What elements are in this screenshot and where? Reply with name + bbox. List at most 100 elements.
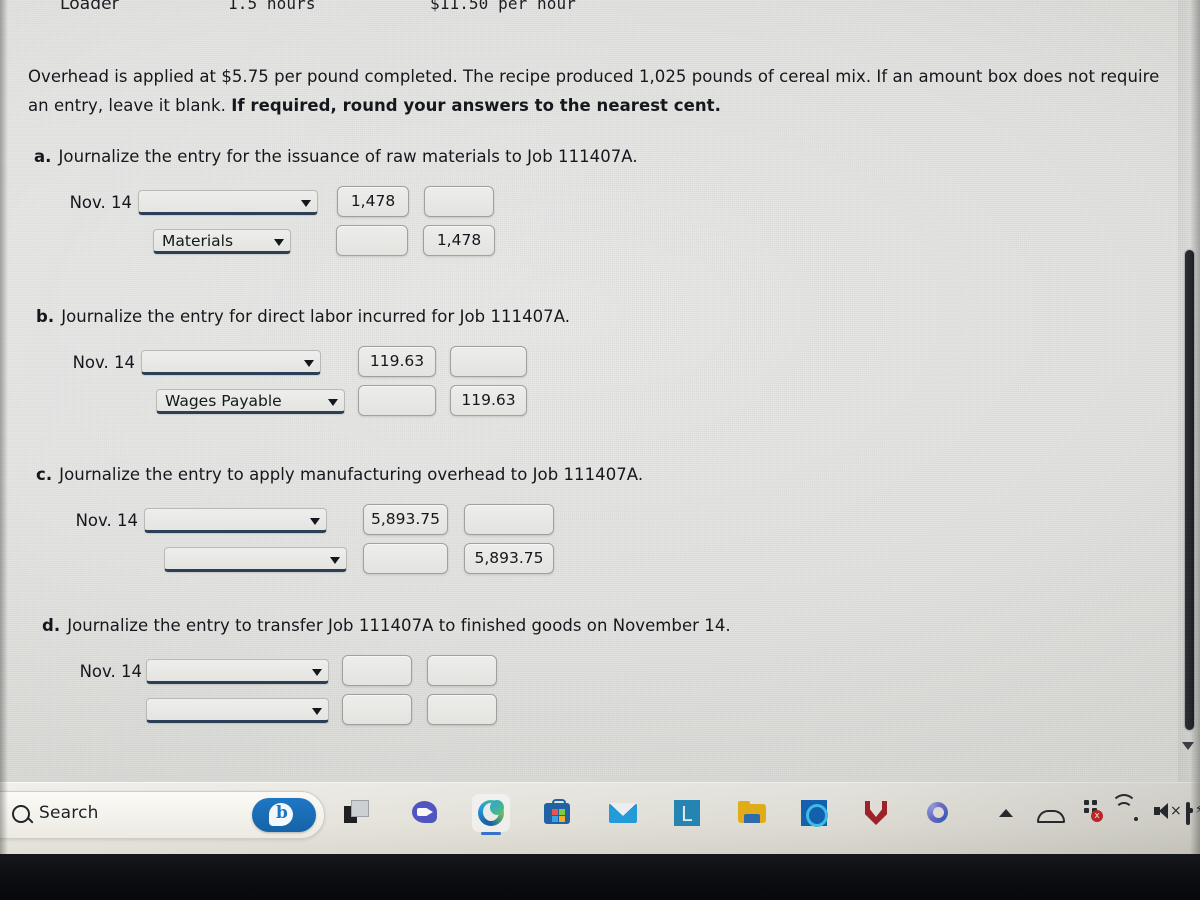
chevron-down-icon [328, 399, 338, 406]
alexa-icon [800, 799, 828, 827]
edge-icon [477, 799, 505, 827]
m365-icon [924, 799, 952, 827]
credit-amount-input[interactable]: 1,478 [423, 225, 495, 256]
instructions-paragraph: Overhead is applied at $5.75 per pound c… [28, 62, 1168, 120]
part-a-prompt: a. Journalize the entry for the issuance … [34, 147, 1160, 166]
taskbar-microsoft-edge-button[interactable] [472, 794, 510, 835]
part-b-prompt: b. Journalize the entry for direct labor … [36, 307, 1160, 326]
mail-icon [609, 799, 637, 827]
question-part-d: d. Journalize the entry to transfer Job 1… [0, 616, 1160, 733]
debit-amount-input[interactable] [358, 385, 436, 416]
bing-letter: b [276, 803, 288, 823]
part-b-letter: b. [36, 307, 55, 326]
part-d-letter: d. [42, 616, 61, 635]
chevron-up-icon[interactable] [999, 809, 1013, 817]
entry-date: Nov. 14 [69, 193, 132, 212]
account-select[interactable] [164, 547, 347, 572]
account-select[interactable] [146, 659, 329, 684]
debit-amount-input[interactable] [342, 694, 412, 725]
journal-row: Wages Payable 119.63 [0, 385, 1160, 424]
taskbar-mail-button[interactable] [604, 794, 642, 832]
folder-icon [738, 799, 766, 827]
store-icon [543, 799, 571, 827]
taskbar-mcafee-button[interactable] [857, 794, 895, 832]
debit-amount-input[interactable]: 119.63 [358, 346, 436, 377]
account-select[interactable] [144, 508, 327, 533]
debit-amount-input[interactable] [363, 543, 448, 574]
bing-chat-button[interactable]: b [252, 798, 316, 832]
taskbar-file-explorer-button[interactable] [733, 794, 771, 832]
credit-amount-input[interactable] [427, 655, 497, 686]
windows-taskbar: Search b L x × ⚡ [0, 782, 1200, 854]
account-select[interactable]: Materials [153, 229, 291, 254]
taskbar-microsoft-store-button[interactable] [538, 794, 576, 832]
battery-icon[interactable]: ⚡ [1186, 802, 1200, 825]
taskbar-task-view-button[interactable] [338, 794, 376, 832]
shield-icon [862, 799, 890, 827]
account-select-value: Materials [162, 232, 234, 250]
taskbar-l-app-button[interactable]: L [668, 794, 706, 832]
charging-bolt-icon: ⚡ [1195, 802, 1200, 816]
laptop-bezel [0, 854, 1200, 900]
part-d-prompt: d. Journalize the entry to transfer Job 1… [42, 616, 1160, 635]
part-c-prompt: c. Journalize the entry to apply manufact… [36, 465, 1160, 484]
labor-role-cell: Loader [60, 0, 119, 14]
debit-amount-input[interactable] [336, 225, 408, 256]
journal-row: Materials 1,478 [0, 225, 1160, 264]
laptop-screen-photo: Loader 1.5 hours $11.50 per hour Overhea… [0, 0, 1200, 900]
vertical-scrollbar[interactable] [1178, 0, 1198, 782]
journal-row: Nov. 14 1,478 [0, 186, 1160, 225]
labor-rate-cell: $11.50 per hour [430, 0, 576, 13]
credit-amount-input[interactable]: 119.63 [450, 385, 527, 416]
account-select[interactable]: Wages Payable [156, 389, 345, 414]
debit-amount-input[interactable]: 1,478 [337, 186, 409, 217]
chevron-down-icon [301, 200, 311, 207]
question-part-a: a. Journalize the entry for the issuance … [0, 147, 1160, 264]
chevron-down-icon [330, 557, 340, 564]
search-box[interactable]: Search b [0, 791, 325, 839]
mute-x-mark: × [1170, 803, 1182, 819]
letter-l-icon: L [673, 799, 701, 827]
taskview-icon [343, 799, 371, 827]
part-d-text: Journalize the entry to transfer Job 111… [67, 616, 731, 635]
account-select[interactable] [138, 190, 318, 215]
credit-amount-input[interactable]: 5,893.75 [464, 543, 554, 574]
account-select[interactable] [146, 698, 329, 723]
scroll-down-arrow-icon[interactable] [1182, 742, 1194, 750]
l-app-label: L [681, 802, 693, 826]
account-select-value: Wages Payable [165, 392, 282, 410]
instructions-rounding-note: If required, round your answers to the n… [231, 96, 721, 115]
taskbar-microsoft-365-button[interactable] [919, 794, 957, 832]
part-c-text: Journalize the entry to apply manufactur… [59, 465, 644, 484]
taskbar-chat-button[interactable] [406, 794, 444, 832]
search-icon [12, 805, 30, 823]
credit-amount-input[interactable] [450, 346, 527, 377]
debit-amount-input[interactable] [342, 655, 412, 686]
labor-hours-cell: 1.5 hours [228, 0, 316, 13]
chevron-down-icon [304, 360, 314, 367]
entry-date: Nov. 14 [75, 511, 138, 530]
journal-row: Nov. 14 119.63 [0, 346, 1160, 385]
debit-amount-input[interactable]: 5,893.75 [363, 504, 448, 535]
entry-date: Nov. 14 [72, 353, 135, 372]
part-c-letter: c. [36, 465, 53, 484]
taskbar-alexa-button[interactable] [795, 794, 833, 832]
chevron-down-icon [312, 669, 322, 676]
instructions-line-1: Overhead is applied at $5.75 per pound c… [28, 67, 1063, 86]
credit-amount-input[interactable] [464, 504, 554, 535]
part-b-text: Journalize the entry for direct labor in… [61, 307, 571, 326]
journal-row: 5,893.75 [0, 543, 1160, 582]
network-error-badge: x [1091, 810, 1103, 822]
labor-rate-table-row: Loader 1.5 hours $11.50 per hour [0, 0, 1160, 24]
account-select[interactable] [141, 350, 321, 375]
part-a-letter: a. [34, 147, 52, 166]
part-a-text: Journalize the entry for the issuance of… [58, 147, 638, 166]
question-part-b: b. Journalize the entry for direct labor … [0, 307, 1160, 424]
credit-amount-input[interactable] [424, 186, 494, 217]
journal-row: Nov. 14 5,893.75 [0, 504, 1160, 543]
credit-amount-input[interactable] [427, 694, 497, 725]
chevron-down-icon [312, 708, 322, 715]
scrollbar-thumb[interactable] [1185, 250, 1194, 730]
chevron-down-icon [274, 239, 284, 246]
question-part-c: c. Journalize the entry to apply manufact… [0, 465, 1160, 582]
